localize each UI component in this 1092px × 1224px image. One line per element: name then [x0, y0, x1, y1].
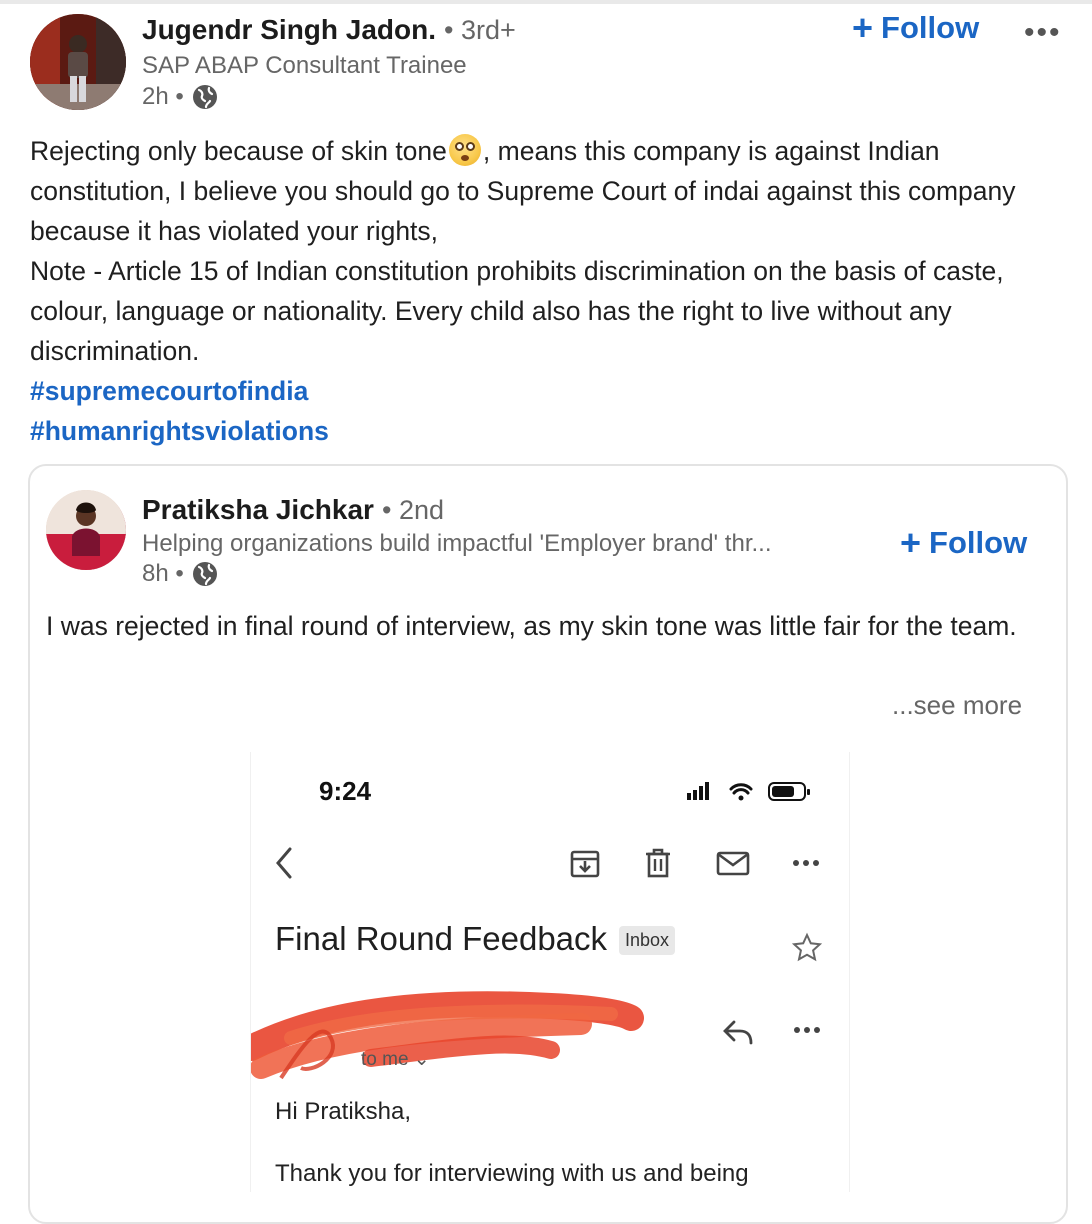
back-icon[interactable]: [273, 846, 295, 880]
inbox-label-badge: Inbox: [619, 926, 676, 955]
post-meta: 2h •: [142, 83, 218, 111]
email-greeting: Hi Pratiksha,: [275, 1098, 412, 1125]
shared-post-text: I was rejected in final round of intervi…: [46, 611, 1017, 641]
star-icon[interactable]: [791, 932, 823, 964]
shared-follow-button[interactable]: + Follow: [900, 525, 1027, 561]
email-body-line: Thank you for interviewing with us and b…: [275, 1160, 749, 1187]
shared-author-name[interactable]: Pratiksha Jichkar: [142, 494, 374, 526]
phone-status-icons: [687, 782, 810, 801]
post-text-line-1: Rejecting only because of skin tone: [30, 136, 447, 166]
trash-icon[interactable]: [643, 846, 673, 880]
post-body: Rejecting only because of skin tone, mea…: [30, 131, 1070, 451]
follow-label: Follow: [929, 525, 1028, 560]
hashtag-link[interactable]: #supremecourtofindia: [30, 371, 1070, 411]
more-options-icon[interactable]: •••: [1024, 16, 1062, 50]
see-more-link[interactable]: ...see more: [892, 690, 1022, 721]
connection-degree: • 3rd+: [444, 15, 516, 45]
shared-author-avatar[interactable]: [46, 490, 126, 570]
post-paragraph-2: Note - Article 15 of Indian constitution…: [30, 256, 1004, 366]
top-divider: [0, 0, 1092, 4]
phone-time: 9:24: [319, 776, 372, 806]
to-me-dropdown[interactable]: to me ⌄: [361, 1048, 430, 1071]
author-avatar[interactable]: [30, 14, 126, 110]
email-screenshot-image[interactable]: 9:24 Final Round Feedback Inbox to me ⌄ …: [250, 752, 850, 1192]
author-headline: SAP ABAP Consultant Trainee: [142, 52, 467, 79]
mail-icon[interactable]: [715, 846, 751, 880]
follow-button[interactable]: + Follow: [852, 10, 979, 46]
flushed-face-emoji-icon: [448, 134, 481, 166]
reply-icon[interactable]: [721, 1018, 755, 1046]
globe-icon: [192, 561, 218, 587]
archive-icon[interactable]: [569, 846, 601, 880]
post-paragraph-1: Rejecting only because of skin tone, mea…: [30, 131, 1070, 251]
shared-post-time: 8h •: [142, 560, 184, 587]
email-subject: Final Round Feedback: [275, 920, 608, 957]
post-time: 2h •: [142, 83, 184, 110]
plus-icon: +: [900, 522, 922, 563]
follow-label: Follow: [881, 10, 980, 45]
shared-author-headline: Helping organizations build impactful 'E…: [142, 530, 772, 557]
redacted-sender-scribble: [251, 991, 644, 1080]
more-icon[interactable]: [791, 846, 821, 880]
more-icon[interactable]: [793, 1020, 821, 1040]
hashtag-link[interactable]: #humanrightsviolations: [30, 411, 1070, 451]
plus-icon: +: [852, 7, 874, 48]
author-name[interactable]: Jugendr Singh Jadon.: [142, 14, 436, 46]
shared-post-meta: 8h •: [142, 560, 218, 588]
shared-connection-degree: • 2nd: [382, 495, 445, 525]
globe-icon: [192, 84, 218, 110]
